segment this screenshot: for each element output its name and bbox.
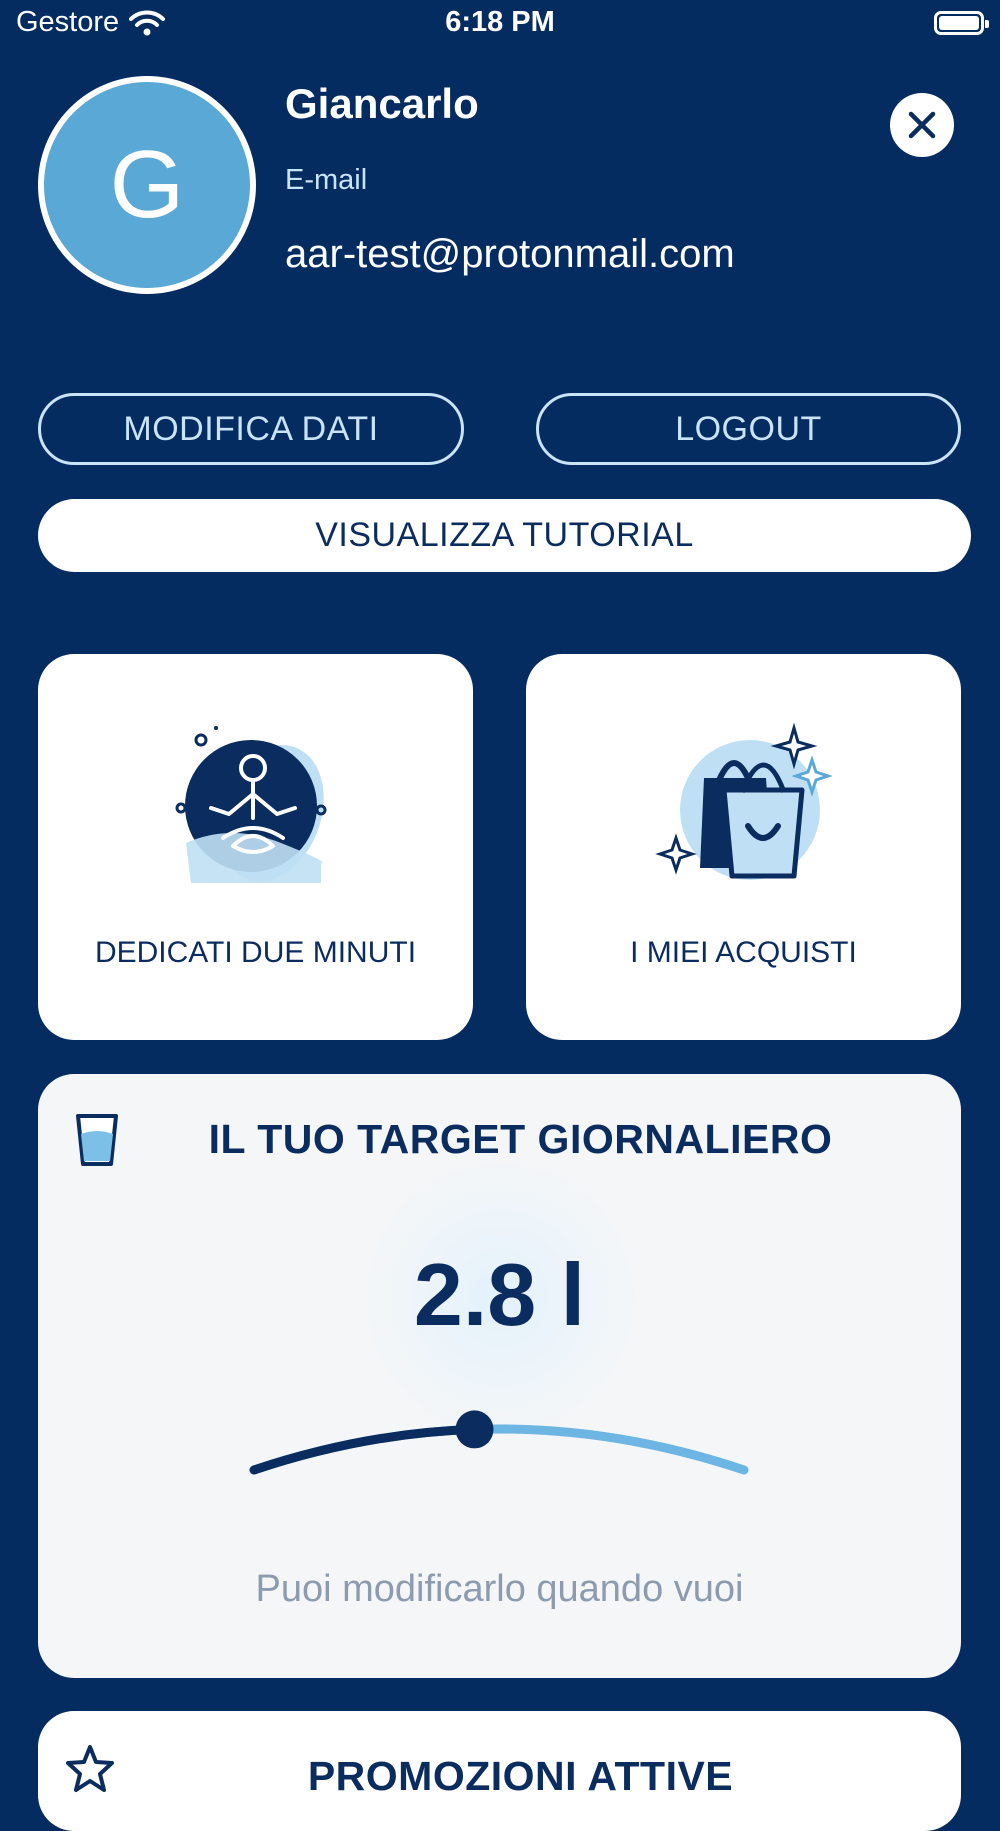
target-slider[interactable]: [38, 1404, 961, 1519]
promotions-card[interactable]: PROMOZIONI ATTIVE: [38, 1711, 961, 1831]
meditation-card-label: DEDICATI DUE MINUTI: [94, 936, 417, 969]
user-name: Giancarlo: [285, 80, 479, 127]
battery-icon: [934, 11, 989, 35]
meditation-card[interactable]: DEDICATI DUE MINUTI: [38, 654, 473, 1040]
close-button[interactable]: [890, 93, 954, 157]
daily-target-card: IL TUO TARGET GIORNALIERO 2.8 l Puoi mod…: [38, 1074, 961, 1678]
purchases-card-label: I MIEI ACQUISTI: [630, 936, 857, 969]
close-icon: [908, 111, 936, 139]
target-value: 2.8 l: [413, 1245, 586, 1344]
view-tutorial-button[interactable]: VISUALIZZA TUTORIAL: [38, 499, 971, 572]
purchases-card[interactable]: I MIEI ACQUISTI: [526, 654, 961, 1040]
meditation-icon: [175, 726, 326, 883]
promotions-title: PROMOZIONI ATTIVE: [307, 1753, 734, 1799]
shopping-bag-icon: [654, 722, 833, 880]
avatar: G: [38, 76, 256, 294]
slider-fill: [249, 1424, 479, 1475]
status-time: 6:18 PM: [445, 6, 555, 38]
email-label: E-mail: [285, 164, 368, 196]
logout-button[interactable]: LOGOUT: [536, 393, 961, 465]
edit-data-button[interactable]: MODIFICA DATI: [38, 393, 464, 465]
email-value: aar-test@protonmail.com: [285, 232, 735, 276]
slider-knob[interactable]: [455, 1410, 494, 1449]
target-hint: Puoi modificarlo quando vuoi: [255, 1568, 744, 1610]
